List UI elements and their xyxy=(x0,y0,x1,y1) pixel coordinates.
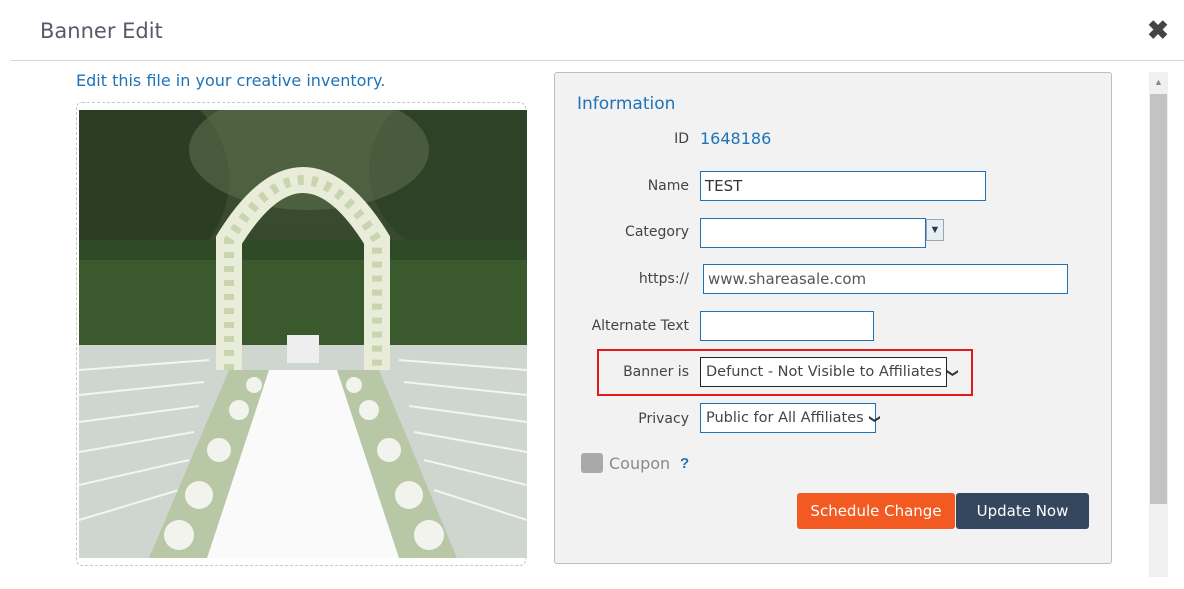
banner-image-frame xyxy=(76,102,527,566)
privacy-value: Public for All Affiliates xyxy=(706,410,864,426)
alternate-text-input[interactable] xyxy=(700,311,874,341)
category-label: Category xyxy=(625,224,689,240)
header-divider xyxy=(10,60,1184,61)
dialog-title: Banner Edit xyxy=(40,19,163,43)
banner-is-label: Banner is xyxy=(623,364,689,380)
schedule-change-button[interactable]: Schedule Change xyxy=(797,493,955,529)
edit-creative-inventory-link[interactable]: Edit this file in your creative inventor… xyxy=(76,71,385,90)
scroll-thumb[interactable] xyxy=(1150,94,1167,504)
banner-status-select[interactable]: Defunct - Not Visible to Affiliates ❯ xyxy=(700,357,959,387)
privacy-label: Privacy xyxy=(638,411,689,427)
chevron-down-icon: ❯ xyxy=(946,368,960,378)
name-label: Name xyxy=(647,178,689,194)
privacy-select[interactable]: Public for All Affiliates ❯ xyxy=(700,403,881,433)
banner-status-value: Defunct - Not Visible to Affiliates xyxy=(706,364,942,380)
id-value: 1648186 xyxy=(700,129,772,148)
chevron-down-icon[interactable]: ▼ xyxy=(926,219,944,241)
scroll-up-icon[interactable]: ▲ xyxy=(1149,72,1168,92)
url-input[interactable]: www.shareasale.com xyxy=(703,264,1068,294)
banner-image xyxy=(79,110,527,558)
update-now-button[interactable]: Update Now xyxy=(956,493,1089,529)
alternate-text-label: Alternate Text xyxy=(591,318,689,334)
help-icon[interactable]: ? xyxy=(680,455,689,472)
coupon-checkbox[interactable] xyxy=(581,453,603,473)
url-prefix-label: https:// xyxy=(638,271,689,287)
id-label: ID xyxy=(674,131,689,147)
panel-title: Information xyxy=(577,94,676,114)
name-input[interactable]: TEST xyxy=(700,171,986,201)
category-select[interactable] xyxy=(700,218,926,248)
coupon-label: Coupon xyxy=(609,454,671,473)
chevron-down-icon: ❯ xyxy=(868,414,882,424)
close-icon[interactable]: ✖ xyxy=(1146,17,1170,43)
scrollbar[interactable]: ▲ xyxy=(1149,72,1168,577)
